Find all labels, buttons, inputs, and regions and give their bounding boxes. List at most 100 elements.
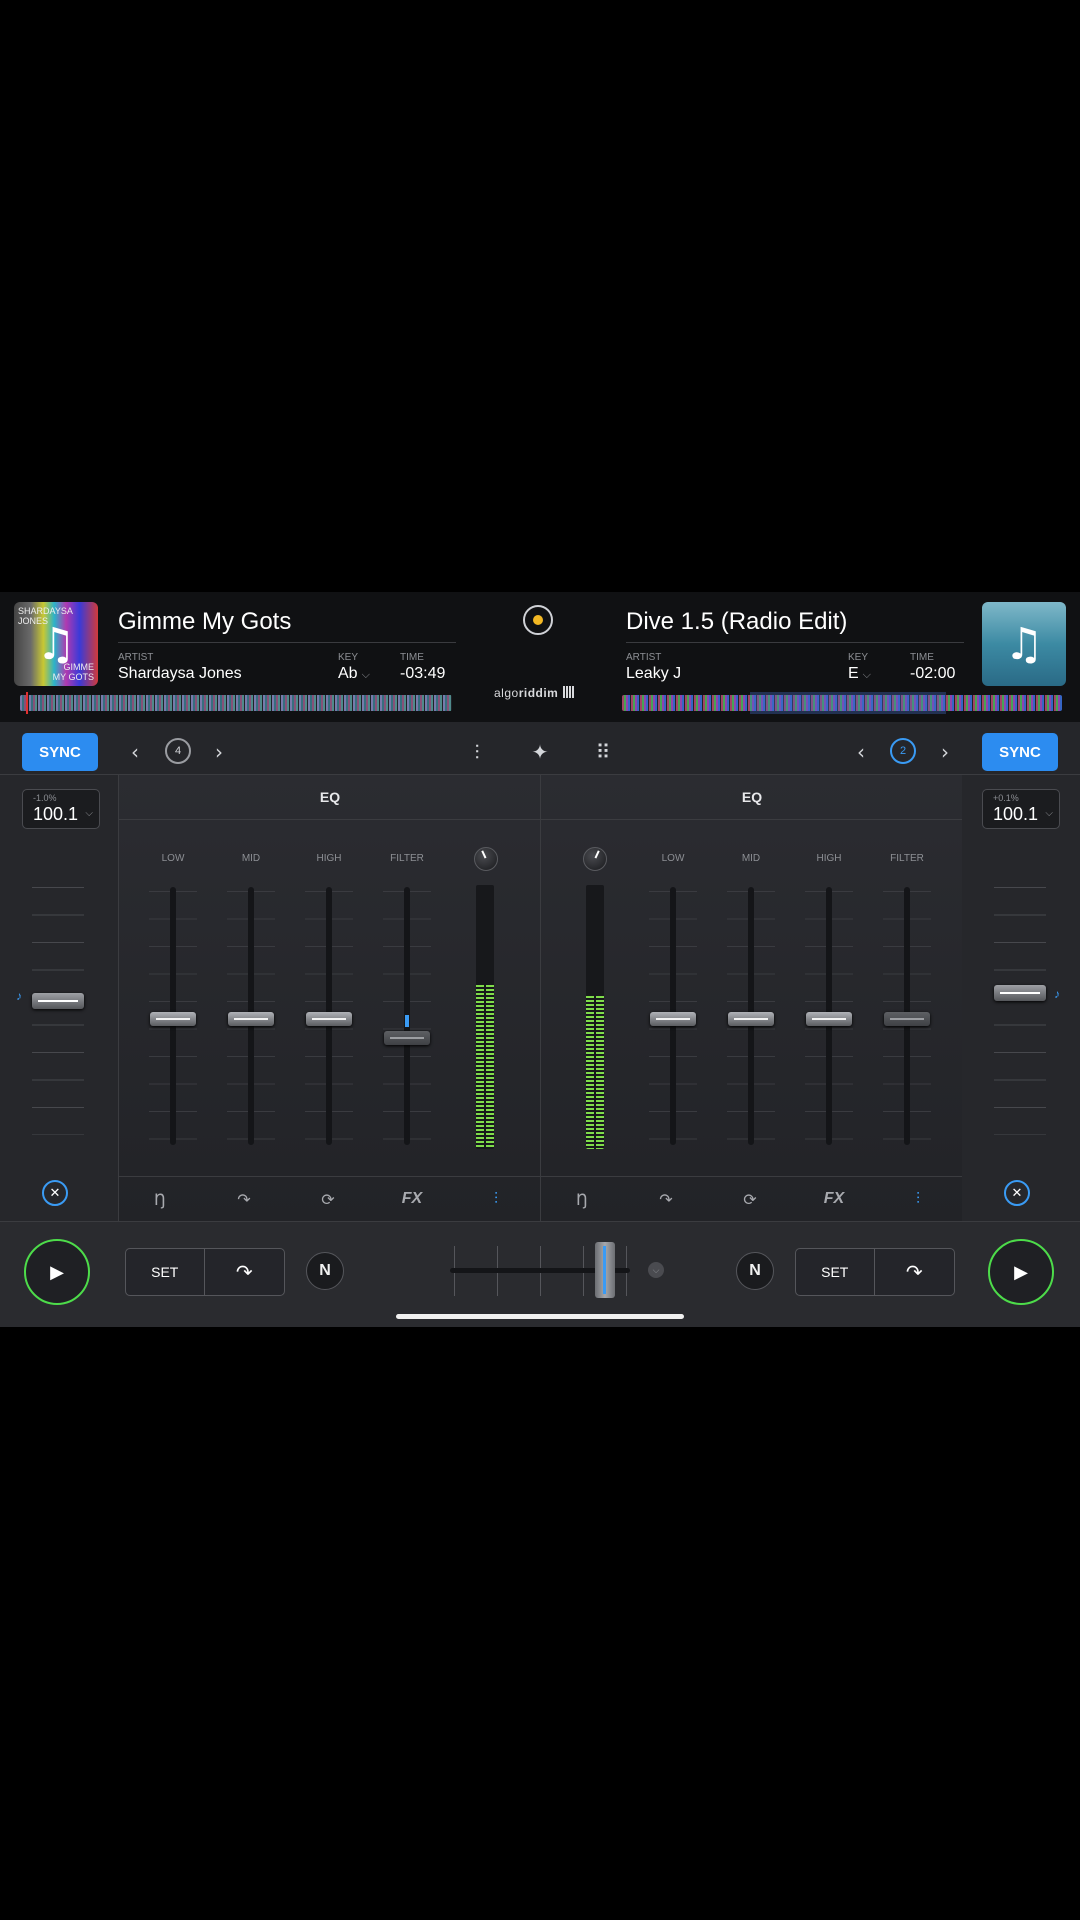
deck-b-pitch-ticks (994, 887, 1046, 1135)
mixer-icon[interactable]: ⫶ (460, 735, 494, 769)
deck-b-artwork[interactable]: ♫ (982, 602, 1066, 686)
deck-b-cue-arrow-icon[interactable]: ↷ (875, 1249, 955, 1295)
deck-a-time-label: TIME (400, 652, 424, 663)
pads-grid-icon[interactable]: ⠿ (586, 735, 620, 769)
deck-a-pitch-percent: -1.0% (33, 793, 57, 803)
deck-b-time: -02:00 (910, 665, 956, 682)
deck-b-close-icon[interactable]: ✕ (1004, 1180, 1030, 1206)
deck-b-time-label: TIME (910, 652, 934, 663)
keylock-note-icon: ♪ (16, 989, 22, 1003)
deck-b-cue-group: SET ↷ (795, 1248, 955, 1296)
deck-a-n-icon[interactable]: Ŋ (145, 1185, 175, 1213)
deck-a-artist-label: ARTIST (118, 652, 154, 663)
deck-b-pitch-selector[interactable]: +0.1% 100.1 ⌵ (982, 789, 1060, 829)
deck-a-high-fader[interactable] (306, 1012, 352, 1026)
waveform-icon[interactable]: ✦ (523, 735, 557, 769)
deck-b-set-button[interactable]: SET (796, 1249, 875, 1295)
deck-b-waveform-playhead-region (750, 692, 946, 714)
deck-b-n-button[interactable]: N (736, 1252, 774, 1290)
chevron-down-icon: ⌵ (1045, 808, 1053, 819)
deck-a-cue-marker (26, 692, 28, 714)
music-note-icon: ♫ (1004, 618, 1044, 670)
deck-a-pitch-fader[interactable] (32, 993, 84, 1009)
deck-b-fx-icon[interactable]: FX (819, 1185, 849, 1213)
deck-a-loop-icon[interactable]: ⟳ (313, 1185, 343, 1213)
logo-light: algo (494, 686, 519, 700)
deck-a-eq-sliders-icon[interactable]: ⫶ (481, 1185, 511, 1213)
deck-a-loop-next-icon[interactable]: › (202, 735, 236, 769)
deck-a-key: Ab (338, 665, 358, 682)
mixer-area: -1.0% 100.1 ⌵ ♪ ✕ EQ LOW MID HIGH FILTER (0, 775, 1080, 1221)
crossfader-handle[interactable] (595, 1242, 615, 1298)
deck-a-loop-size: 4 (174, 745, 182, 757)
deck-b-cue-arrow-icon[interactable]: ↷ (651, 1185, 681, 1213)
deck-b-low-label: LOW (661, 853, 685, 864)
deck-a-fx-icon[interactable]: FX (397, 1185, 427, 1213)
deck-a-artwork[interactable]: SHARDAYSA JONES ♫ GIMME MY GOTS (14, 602, 98, 686)
deck-a-level-meter (476, 885, 494, 1149)
deck-a-function-strip: Ŋ ↷ ⟳ FX ⫶ (119, 1176, 541, 1221)
deck-a-play-button[interactable]: ▶ (24, 1239, 90, 1305)
play-icon: ▶ (1014, 1261, 1028, 1283)
deck-b-key-selector[interactable]: E ⌵ (848, 665, 871, 683)
deck-b-level-meter (586, 885, 604, 1149)
dj-app: SHARDAYSA JONES ♫ GIMME MY GOTS Gimme My… (0, 592, 1080, 1327)
chevron-down-icon: ⌵ (862, 669, 872, 681)
deck-a-bpm: 100.1 (33, 804, 79, 824)
deck-a-key-selector[interactable]: Ab ⌵ (338, 665, 370, 683)
deck-a-set-button[interactable]: SET (126, 1249, 205, 1295)
deck-b-pitch-percent: +0.1% (993, 793, 1019, 803)
deck-a-mid-label: MID (241, 853, 261, 864)
deck-b-filter-fader[interactable] (884, 1012, 930, 1026)
play-icon: ▶ (50, 1261, 64, 1283)
deck-a-artist: Shardaysa Jones (118, 665, 242, 682)
deck-b-function-strip: Ŋ ↷ ⟳ FX ⫶ (541, 1176, 963, 1221)
deck-a-key-label: KEY (338, 652, 359, 663)
deck-b-artist: Leaky J (626, 665, 682, 682)
deck-b-loop-size: 2 (899, 745, 907, 757)
deck-a-cue-arrow-icon[interactable]: ↷ (229, 1185, 259, 1213)
deck-a-sync-button[interactable]: SYNC (22, 733, 98, 771)
deck-a-cue-arrow-icon[interactable]: ↷ (205, 1249, 285, 1295)
deck-b-key-label: KEY (848, 652, 869, 663)
deck-a-loop-prev-icon[interactable]: ‹ (118, 735, 152, 769)
deck-b-loop-icon[interactable]: ⟳ (735, 1185, 765, 1213)
deck-a-loop-button[interactable]: 4 (165, 738, 191, 764)
deck-b-n-icon[interactable]: Ŋ (567, 1185, 597, 1213)
deck-a-close-icon[interactable]: ✕ (42, 1180, 68, 1206)
deck-a-filter-indicator (405, 1015, 409, 1027)
deck-b-loop-button[interactable]: 2 (890, 738, 916, 764)
deck-b-pitch-fader[interactable] (994, 985, 1046, 1001)
deck-a-filter-fader[interactable] (384, 1031, 430, 1045)
deck-b-artist-label: ARTIST (626, 652, 662, 663)
deck-b-eq-title: EQ (541, 775, 963, 820)
deck-b-loop-prev-icon[interactable]: ‹ (844, 735, 878, 769)
deck-a-pitch-selector[interactable]: -1.0% 100.1 ⌵ (22, 789, 100, 829)
deck-b-high-fader[interactable] (806, 1012, 852, 1026)
deck-a-cue-group: SET ↷ (125, 1248, 285, 1296)
deck-b-play-button[interactable]: ▶ (988, 1239, 1054, 1305)
deck-b-divider (626, 642, 964, 643)
deck-a-gain-knob[interactable] (474, 847, 498, 871)
algoriddim-logo: algoriddim (494, 686, 576, 700)
deck-a-eq-title: EQ (119, 775, 541, 820)
deck-b-sync-button[interactable]: SYNC (982, 733, 1058, 771)
deck-a-mid-fader[interactable] (228, 1012, 274, 1026)
deck-b-loop-next-icon[interactable]: › (928, 735, 962, 769)
deck-b-high-label: HIGH (816, 853, 842, 864)
deck-b-bpm: 100.1 (993, 804, 1039, 824)
deck-a-low-fader[interactable] (150, 1012, 196, 1026)
deck-a-n-button[interactable]: N (306, 1252, 344, 1290)
deck-b-gain-knob[interactable] (583, 847, 607, 871)
deck-b-low-fader[interactable] (650, 1012, 696, 1026)
deck-a-waveform-overview[interactable] (20, 695, 452, 711)
home-indicator[interactable] (396, 1314, 684, 1319)
deck-b-mid-fader[interactable] (728, 1012, 774, 1026)
toolbar: SYNC ‹ 4 › ⫶ ✦ ⠿ ‹ 2 › SYNC (0, 722, 1080, 775)
record-button[interactable] (523, 605, 553, 635)
deck-b-level-fill (586, 995, 604, 1149)
deck-a-filter-label: FILTER (390, 853, 424, 864)
deck-b-eq-sliders-icon[interactable]: ⫶ (903, 1185, 933, 1213)
crossfader-curve-chevron-icon[interactable]: ⌵ (648, 1262, 664, 1278)
deck-header: SHARDAYSA JONES ♫ GIMME MY GOTS Gimme My… (0, 592, 1080, 722)
